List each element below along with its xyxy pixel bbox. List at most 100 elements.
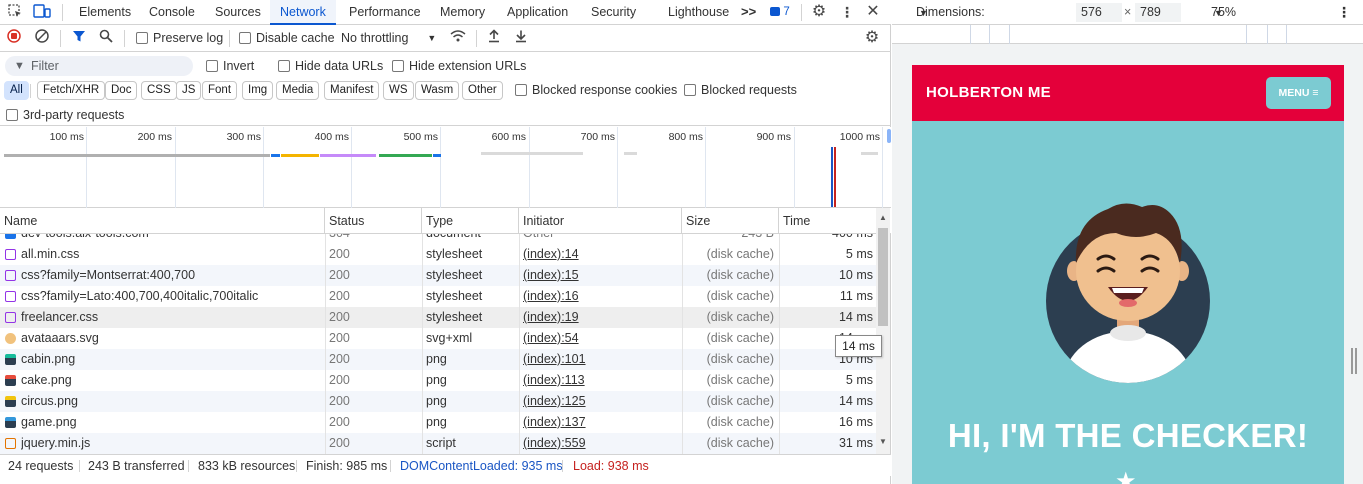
table-row[interactable]: all.min.css 200 stylesheet (index):14 (d… xyxy=(0,244,876,265)
request-initiator-link[interactable]: (index):101 xyxy=(523,349,673,370)
resize-handle[interactable] xyxy=(1351,348,1357,374)
type-filter-fetch-xhr[interactable]: Fetch/XHR xyxy=(37,81,106,100)
ruler-mark xyxy=(1246,25,1247,44)
checkbox-box[interactable] xyxy=(515,84,527,96)
column-header-time[interactable]: Time xyxy=(779,208,876,234)
tab-performance[interactable]: Performance xyxy=(349,0,421,25)
type-filter-media[interactable]: Media xyxy=(276,81,320,100)
column-header-name[interactable]: Name xyxy=(0,208,325,234)
column-header-type[interactable]: Type xyxy=(422,208,519,234)
request-time: 10 ms xyxy=(838,268,873,282)
checkbox-box[interactable] xyxy=(6,109,18,121)
network-settings-gear-icon[interactable]: ⚙ xyxy=(863,29,881,47)
inspect-element-icon[interactable] xyxy=(6,3,24,21)
table-scrollbar[interactable]: ▲ ▼ xyxy=(876,208,890,454)
device-width-input[interactable]: 576 xyxy=(1076,3,1122,22)
disable-cache-checkbox[interactable]: Disable cache xyxy=(239,31,335,45)
request-initiator-link[interactable]: (index):54 xyxy=(523,328,673,349)
table-row[interactable]: css?family=Montserrat:400,700 200 styles… xyxy=(0,265,876,286)
timeline-range-handle[interactable] xyxy=(887,129,891,143)
more-options-icon[interactable]: ⋮ xyxy=(838,3,856,21)
type-filter-doc[interactable]: Doc xyxy=(105,81,138,100)
type-filter-css[interactable]: CSS xyxy=(141,81,177,100)
table-row[interactable]: dev-tools.aix-tools.com 304 document Oth… xyxy=(0,234,876,244)
search-icon[interactable] xyxy=(97,29,115,47)
hide-extension-urls-checkbox[interactable]: Hide extension URLs xyxy=(392,59,526,73)
network-overview-timeline[interactable]: 100 ms 200 ms 300 ms 400 ms 500 ms 600 m… xyxy=(0,127,891,208)
scroll-down-arrow-icon[interactable]: ▼ xyxy=(879,437,887,446)
table-row[interactable]: css?family=Lato:400,700,400italic,700ita… xyxy=(0,286,876,307)
checkbox-box[interactable] xyxy=(278,60,290,72)
tab-lighthouse[interactable]: Lighthouse xyxy=(668,0,729,25)
network-conditions-wifi-icon[interactable] xyxy=(449,29,467,47)
request-initiator-link[interactable]: (index):15 xyxy=(523,265,673,286)
tab-security[interactable]: Security xyxy=(591,0,636,25)
checkbox-box[interactable] xyxy=(136,32,148,44)
tab-memory[interactable]: Memory xyxy=(440,0,485,25)
scroll-up-arrow-icon[interactable]: ▲ xyxy=(879,213,887,222)
more-tabs-button[interactable]: >> xyxy=(741,0,756,25)
third-party-requests-checkbox[interactable]: 3rd-party requests xyxy=(6,108,124,122)
site-menu-button[interactable]: MENU ≡ xyxy=(1266,77,1331,109)
table-row[interactable]: avataaars.svg 200 svg+xml (index):54 (di… xyxy=(0,328,876,349)
request-size: (disk cache) xyxy=(706,373,774,387)
table-row[interactable]: game.png 200 png (index):137 (disk cache… xyxy=(0,412,876,433)
issues-button[interactable]: 7 xyxy=(767,3,793,21)
column-header-initiator[interactable]: Initiator xyxy=(519,208,682,234)
type-filter-wasm[interactable]: Wasm xyxy=(415,81,460,100)
invert-checkbox[interactable]: Invert xyxy=(206,59,254,73)
type-filter-manifest[interactable]: Manifest xyxy=(324,81,380,100)
tab-application[interactable]: Application xyxy=(507,0,568,25)
export-har-download-icon[interactable] xyxy=(512,29,530,47)
request-initiator-link[interactable]: (index):559 xyxy=(523,433,673,454)
checkbox-box[interactable] xyxy=(206,60,218,72)
media-query-ruler[interactable] xyxy=(892,25,1363,44)
type-filter-all[interactable]: All xyxy=(4,81,29,100)
table-row[interactable]: jquery.min.js 200 script (index):559 (di… xyxy=(0,433,876,454)
scrollbar-thumb[interactable] xyxy=(878,228,888,326)
zoom-select[interactable]: 75% ▼ xyxy=(1211,0,1236,25)
tab-separator xyxy=(801,4,802,21)
tab-sources[interactable]: Sources xyxy=(215,0,261,25)
stop-recording-icon[interactable] xyxy=(5,29,23,47)
hide-data-urls-checkbox[interactable]: Hide data URLs xyxy=(278,59,383,73)
filter-input[interactable]: ▼ Filter xyxy=(5,56,193,76)
dimensions-select[interactable]: Dimensions: Responsive ▼ xyxy=(916,0,985,43)
column-header-status[interactable]: Status xyxy=(325,208,422,234)
preserve-log-checkbox[interactable]: Preserve log xyxy=(136,31,223,45)
checkbox-box[interactable] xyxy=(392,60,404,72)
site-brand-link[interactable]: HOLBERTON ME xyxy=(926,84,1051,101)
tab-network[interactable]: Network xyxy=(270,0,336,25)
device-height-input[interactable]: 789 xyxy=(1135,3,1181,22)
column-header-size[interactable]: Size xyxy=(682,208,779,234)
request-initiator-link[interactable]: (index):16 xyxy=(523,286,673,307)
type-filter-font[interactable]: Font xyxy=(202,81,238,100)
blocked-response-cookies-checkbox[interactable]: Blocked response cookies xyxy=(515,83,677,97)
table-row[interactable]: cabin.png 200 png (index):101 (disk cach… xyxy=(0,349,876,370)
device-more-options-icon[interactable]: ⋮ xyxy=(1337,0,1351,24)
device-toolbar-icon[interactable] xyxy=(33,3,51,21)
type-filter-js[interactable]: JS xyxy=(176,81,202,100)
type-filter-ws[interactable]: WS xyxy=(383,81,414,100)
request-initiator-link[interactable]: (index):19 xyxy=(523,307,673,328)
blocked-requests-checkbox[interactable]: Blocked requests xyxy=(684,83,797,97)
tab-elements[interactable]: Elements xyxy=(79,0,131,25)
request-initiator-link[interactable]: (index):14 xyxy=(523,244,673,265)
import-har-upload-icon[interactable] xyxy=(485,29,503,47)
table-row[interactable]: freelancer.css 200 stylesheet (index):19… xyxy=(0,307,876,328)
request-initiator-link[interactable]: (index):125 xyxy=(523,391,673,412)
close-icon[interactable]: ✕ xyxy=(864,3,882,21)
request-initiator-link[interactable]: (index):113 xyxy=(523,370,673,391)
checkbox-box[interactable] xyxy=(239,32,251,44)
tab-console[interactable]: Console xyxy=(149,0,195,25)
throttling-select[interactable]: No throttling ▼ xyxy=(341,31,436,45)
settings-gear-icon[interactable]: ⚙ xyxy=(810,3,828,21)
request-initiator-link[interactable]: (index):137 xyxy=(523,412,673,433)
type-filter-img[interactable]: Img xyxy=(242,81,274,100)
checkbox-box[interactable] xyxy=(684,84,696,96)
table-row[interactable]: circus.png 200 png (index):125 (disk cac… xyxy=(0,391,876,412)
clear-log-icon[interactable] xyxy=(33,29,51,47)
table-row[interactable]: cake.png 200 png (index):113 (disk cache… xyxy=(0,370,876,391)
type-filter-other[interactable]: Other xyxy=(462,81,503,100)
filter-funnel-icon[interactable] xyxy=(70,29,88,47)
